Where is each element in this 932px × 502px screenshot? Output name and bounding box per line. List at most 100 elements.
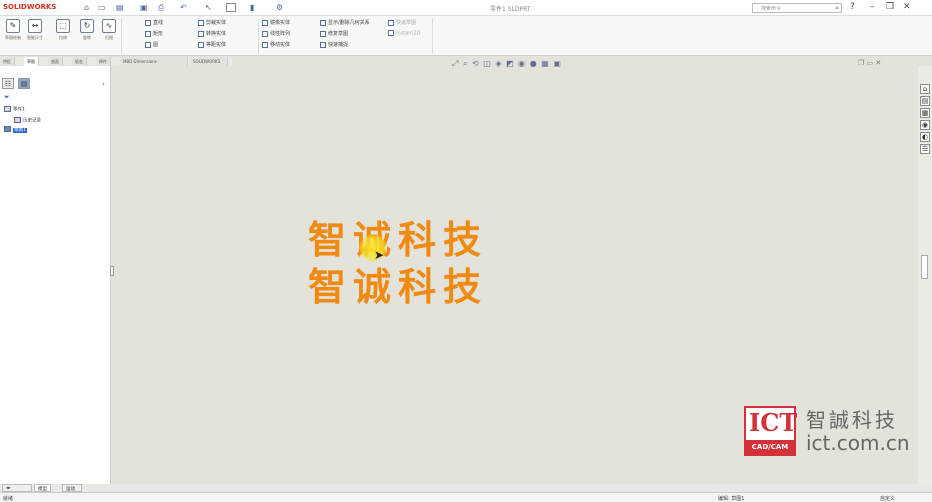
- rapid-sketch-button[interactable]: 快速草图: [388, 19, 416, 27]
- relations-button[interactable]: 显示/删除几何关系: [320, 19, 370, 27]
- panel-tabs: ☷ ▤: [2, 78, 32, 90]
- line-button[interactable]: 直线: [145, 19, 163, 27]
- ribbon-divider: [121, 18, 122, 54]
- command-manager-tabs: 特征 草图 曲面 钣金 焊件 MBD Dimensions SOLIDWORKS: [0, 57, 232, 66]
- offset-icon: [198, 41, 204, 48]
- nav-arrows-icon[interactable]: ◂▸: [2, 484, 32, 492]
- revolve-button[interactable]: ↻ 旋转: [78, 19, 96, 45]
- pattern-icon: [262, 30, 268, 37]
- view-palette-icon[interactable]: ◉: [920, 120, 930, 130]
- home-icon[interactable]: ⌂: [84, 3, 89, 12]
- property-tab-icon[interactable]: ▤: [18, 78, 31, 89]
- print-icon[interactable]: ⎙: [158, 3, 164, 13]
- undo-icon[interactable]: ↶: [180, 3, 187, 12]
- options-icon[interactable]: ▮: [250, 3, 254, 12]
- settings-icon[interactable]: ⚙: [276, 3, 283, 12]
- convert-icon: [198, 30, 204, 37]
- expand-arrow-icon[interactable]: ›: [102, 80, 105, 88]
- bottom-tabs: ◂▸ 模型 运动算例 1: [0, 484, 932, 492]
- ict-watermark: ICT CAD/CAM 智誠科技 ict.com.cn: [744, 404, 924, 458]
- tab-motion-study[interactable]: 运动算例 1: [62, 484, 82, 492]
- close-icon[interactable]: ✕: [903, 2, 911, 12]
- sweep-icon: ∿: [102, 19, 116, 33]
- filter-icon[interactable]: ⏷: [4, 93, 10, 102]
- tab-addins[interactable]: SOLIDWORKS: [190, 57, 228, 66]
- tree-item-history[interactable]: 历史记录: [14, 117, 41, 124]
- sketch-text-line-2[interactable]: 智诚科技: [308, 256, 488, 311]
- restore-icon[interactable]: ❐: [886, 2, 894, 12]
- custom-properties-icon[interactable]: ☰: [920, 144, 930, 154]
- appearances-icon[interactable]: ◐: [920, 132, 930, 142]
- tree-root-part[interactable]: 零件1: [4, 106, 25, 113]
- tree-item-sketch[interactable]: 草图1: [4, 126, 27, 133]
- open-icon[interactable]: ▤: [116, 3, 124, 12]
- move-icon: [262, 41, 268, 48]
- task-pane-handle[interactable]: [921, 255, 928, 279]
- watermark-company-name: 智誠科技: [806, 408, 898, 432]
- smart-dimension-button[interactable]: ↔ 智能尺寸: [26, 19, 44, 45]
- part-icon: [4, 106, 11, 112]
- ribbon-divider: [258, 18, 259, 54]
- feature-tree-tab-icon[interactable]: ☷: [2, 78, 14, 89]
- line-icon: [145, 19, 151, 26]
- move-entities-button[interactable]: 移动实体: [262, 41, 290, 49]
- extrude-icon: ⬚: [56, 19, 70, 33]
- circle-button[interactable]: 圆: [145, 41, 158, 49]
- rapid-sketch-icon: [388, 19, 394, 26]
- tab-surfaces[interactable]: 曲面: [48, 57, 63, 66]
- repair-sketch-button[interactable]: 修复草图: [320, 30, 348, 38]
- minimize-icon[interactable]: –: [870, 2, 875, 12]
- feature-manager-panel: ☷ ▤ › ⏷ 零件1 历史记录 草图1: [0, 66, 111, 484]
- title-bar: SOLIDWORKS ⌂ ▭ ▤ ▣ ⎙ ↶ ↖ ▮ ⚙ 零件1.SLDPRT …: [0, 0, 932, 16]
- watermark-url: ict.com.cn: [806, 431, 910, 455]
- tab-mbd[interactable]: MBD Dimensions: [120, 57, 188, 66]
- save-icon[interactable]: ▣: [140, 3, 148, 12]
- snap-icon: [320, 41, 326, 48]
- tab-sheet-metal[interactable]: 钣金: [72, 57, 87, 66]
- history-icon: [14, 117, 21, 123]
- extrude-button[interactable]: ⬚ 拉伸: [54, 19, 72, 45]
- tab-weldments[interactable]: 焊件: [96, 57, 111, 66]
- circle-icon: [145, 41, 151, 48]
- design-library-icon[interactable]: ▤: [920, 96, 930, 106]
- revolve-icon: ↻: [80, 19, 94, 33]
- search-icon: ⌕: [835, 4, 839, 12]
- instant2d-button[interactable]: Instant2D: [388, 30, 420, 38]
- rebuild-icon[interactable]: [226, 3, 236, 12]
- mirror-button[interactable]: 镜像实体: [262, 19, 290, 27]
- trim-button[interactable]: 剪裁实体: [198, 19, 226, 27]
- resources-icon[interactable]: ⌂: [920, 84, 930, 94]
- sweep-button[interactable]: ∿ 扫描: [100, 19, 118, 45]
- status-bar: 就绪 编辑: 草图1 自定义: [0, 492, 932, 502]
- trim-icon: [198, 19, 204, 26]
- document-title: 零件1.SLDPRT: [490, 6, 531, 13]
- sketch-icon: [4, 126, 11, 132]
- command-manager-ribbon: ✎ 草图绘制 ↔ 智能尺寸 ⬚ 拉伸 ↻ 旋转 ∿ 扫描 直线 矩形 圆 剪裁实体 转换实…: [0, 16, 932, 56]
- quick-snaps-button[interactable]: 快速捕捉: [320, 41, 348, 49]
- select-icon[interactable]: ↖: [205, 3, 212, 12]
- mirror-icon: [262, 19, 268, 26]
- file-explorer-icon[interactable]: ▦: [920, 108, 930, 118]
- mouse-pointer-icon: ➤: [374, 248, 385, 262]
- new-doc-icon[interactable]: ▭: [98, 3, 106, 12]
- offset-entities-button[interactable]: 等距实体: [198, 41, 226, 49]
- ict-logo-badge: ICT CAD/CAM: [744, 406, 797, 456]
- status-edit-mode: 编辑: 草图1: [718, 496, 745, 502]
- ribbon-divider: [432, 18, 433, 54]
- sketch-button[interactable]: ✎ 草图绘制: [4, 19, 22, 45]
- status-units[interactable]: 自定义: [880, 495, 895, 502]
- linear-pattern-button[interactable]: 线性阵列: [262, 30, 290, 38]
- rectangle-button[interactable]: 矩形: [145, 30, 163, 38]
- instant2d-icon: [388, 30, 394, 36]
- relations-icon: [320, 19, 326, 26]
- sketch-icon: ✎: [6, 19, 20, 33]
- convert-entities-button[interactable]: 转换实体: [198, 30, 226, 38]
- app-logo[interactable]: SOLIDWORKS: [3, 3, 56, 11]
- help-icon[interactable]: ?: [850, 2, 855, 12]
- tab-sketch[interactable]: 草图: [24, 57, 39, 66]
- search-input[interactable]: 搜索命令 ⌕: [752, 3, 842, 13]
- tab-model[interactable]: 模型: [34, 484, 51, 492]
- dimension-icon: ↔: [28, 19, 42, 33]
- rectangle-icon: [145, 30, 151, 37]
- tab-features[interactable]: 特征: [0, 57, 15, 66]
